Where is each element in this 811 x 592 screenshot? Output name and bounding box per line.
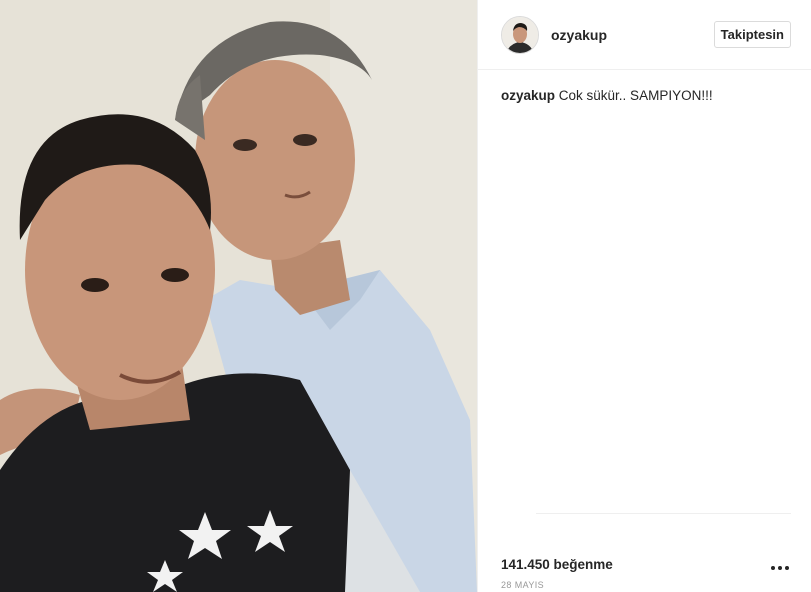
post-date: 28 MAYIS xyxy=(501,580,545,590)
likes-count[interactable]: 141.450 beğenme xyxy=(501,557,613,572)
post-username[interactable]: ozyakup xyxy=(551,27,714,43)
actions-divider xyxy=(536,513,791,514)
caption-text: Cok sükür.. SAMPIYON!!! xyxy=(558,88,713,103)
post-photo[interactable] xyxy=(0,0,477,592)
post-header: ozyakup Takiptesin xyxy=(478,0,811,70)
instagram-post: ozyakup Takiptesin ozyakup Cok sükür.. S… xyxy=(0,0,811,592)
more-dot xyxy=(778,566,782,570)
more-dot xyxy=(785,566,789,570)
avatar[interactable] xyxy=(501,15,539,54)
post-caption: ozyakup Cok sükür.. SAMPIYON!!! xyxy=(478,70,811,105)
caption-author[interactable]: ozyakup xyxy=(501,88,555,103)
post-sidebar: ozyakup Takiptesin ozyakup Cok sükür.. S… xyxy=(477,0,811,592)
avatar-image xyxy=(502,16,538,53)
following-button[interactable]: Takiptesin xyxy=(713,21,791,48)
more-options-icon[interactable] xyxy=(771,562,789,574)
selfie-illustration xyxy=(0,0,477,592)
more-dot xyxy=(771,566,775,570)
